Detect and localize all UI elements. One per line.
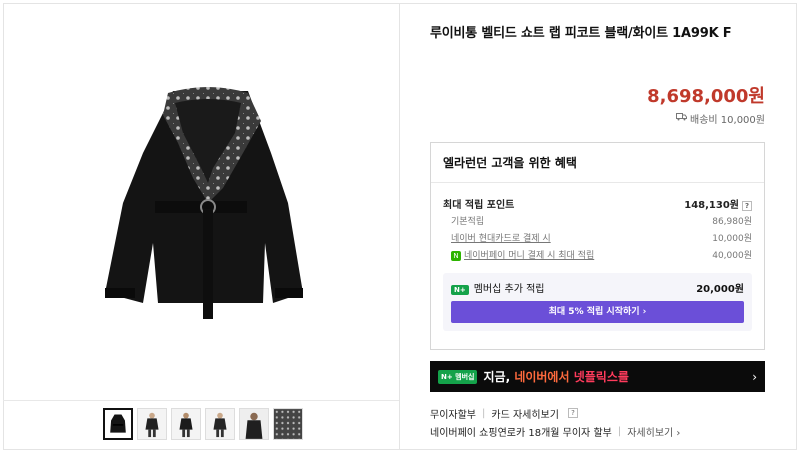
points-label: 기본적립 xyxy=(451,217,485,227)
banner-mid: 네이버에서 xyxy=(514,370,570,384)
thumbnail-5[interactable] xyxy=(239,408,269,440)
divider: | xyxy=(617,425,622,437)
thumbnail-3[interactable] xyxy=(171,408,201,440)
points-value: 10,000원 xyxy=(712,234,752,244)
benefit-body: 최대 적립 포인트 148,130원? 기본적립 86,980원 네이버 현대카… xyxy=(431,183,764,331)
installment-row: 무이자할부 | 카드 자세히보기 ? xyxy=(430,404,765,422)
card-benefit-link[interactable]: 네이버 현대카드로 결제 시 xyxy=(451,231,551,244)
membership-start-button[interactable]: 최대 5% 적립 시작하기 › xyxy=(451,301,744,323)
benefit-box: 엘라런던 고객을 위한 혜택 최대 적립 포인트 148,130원? 기본적립 … xyxy=(430,142,765,350)
benefit-title: 엘라런던 고객을 위한 혜택 xyxy=(431,143,764,183)
card-detail-link[interactable]: 카드 자세히보기 xyxy=(491,406,559,421)
shipping-fee: 배송비 10,000원 xyxy=(690,115,765,126)
membership-label-wrap: N+ 멤버십 추가 적립 xyxy=(451,280,545,295)
thumbnail-1[interactable] xyxy=(103,408,133,440)
thumbnail-6[interactable] xyxy=(273,408,303,440)
max-points-row: 최대 적립 포인트 148,130원? xyxy=(443,195,752,212)
npay-icon: N xyxy=(451,251,461,261)
banner-highlight: 넷플릭스를 xyxy=(573,370,629,384)
price-block: 8,698,000원 배송비 10,000원 xyxy=(647,82,765,126)
thumbnail-4[interactable] xyxy=(205,408,235,440)
coat-image xyxy=(105,87,303,319)
points-row-basic: 기본적립 86,980원 xyxy=(443,212,752,229)
points-row-npay: N 네이버페이 머니 결제 시 최대 적립 40,000원 xyxy=(443,246,752,263)
thumbnail-strip xyxy=(103,408,303,440)
banner-prefix: 지금, xyxy=(483,370,511,384)
nplus-membership-badge: N+ 멤버십 xyxy=(438,369,478,384)
max-points-value: 148,130원 xyxy=(684,200,739,211)
membership-row: N+ 멤버십 추가 적립 20,000원 xyxy=(451,279,744,295)
product-gallery xyxy=(3,3,400,450)
netflix-promo-banner[interactable]: N+ 멤버십 지금, 네이버에서 넷플릭스를 › xyxy=(430,361,765,392)
thumbnail-2[interactable] xyxy=(137,408,167,440)
npay-installment-text: 네이버페이 쇼핑연로카 18개월 무이자 할부 xyxy=(430,427,612,439)
npay-benefit-wrap: N 네이버페이 머니 결제 시 최대 적립 xyxy=(451,248,594,261)
membership-box: N+ 멤버십 추가 적립 20,000원 최대 5% 적립 시작하기 › xyxy=(443,273,752,331)
max-points-value-wrap: 148,130원? xyxy=(684,196,752,211)
divider: | xyxy=(482,407,486,419)
truck-icon xyxy=(676,113,688,124)
product-title: 루이비통 벨티드 쇼트 랩 피코트 블랙/화이트 1A99K F xyxy=(430,26,732,41)
points-value: 40,000원 xyxy=(712,251,752,261)
points-value: 86,980원 xyxy=(712,217,752,227)
chevron-right-icon: › xyxy=(752,369,757,384)
npay-benefit-link[interactable]: 네이버페이 머니 결제 시 최대 적립 xyxy=(464,251,594,261)
shipping-info: 배송비 10,000원 xyxy=(647,111,765,126)
product-info: 루이비통 벨티드 쇼트 랩 피코트 블랙/화이트 1A99K F 8,698,0… xyxy=(430,22,765,126)
banner-text: 지금, 네이버에서 넷플릭스를 xyxy=(483,368,628,385)
product-price: 8,698,000원 xyxy=(647,86,765,107)
membership-value: 20,000원 xyxy=(696,283,744,295)
max-points-label: 최대 적립 포인트 xyxy=(443,200,515,211)
nplus-badge: N+ xyxy=(451,284,469,295)
main-product-image[interactable] xyxy=(3,3,399,401)
membership-label: 멤버십 추가 적립 xyxy=(473,283,545,295)
help-icon[interactable]: ? xyxy=(567,408,578,418)
detail-link[interactable]: 자세히보기 › xyxy=(627,424,680,439)
points-row-card: 네이버 현대카드로 결제 시 10,000원 xyxy=(443,229,752,246)
help-icon[interactable]: ? xyxy=(742,201,752,211)
installment-info: 무이자할부 | 카드 자세히보기 ? 네이버페이 쇼핑연로카 18개월 무이자 … xyxy=(430,404,765,440)
npay-installment-row: 네이버페이 쇼핑연로카 18개월 무이자 할부 | 자세히보기 › xyxy=(430,422,765,440)
installment-label: 무이자할부 xyxy=(430,409,476,421)
